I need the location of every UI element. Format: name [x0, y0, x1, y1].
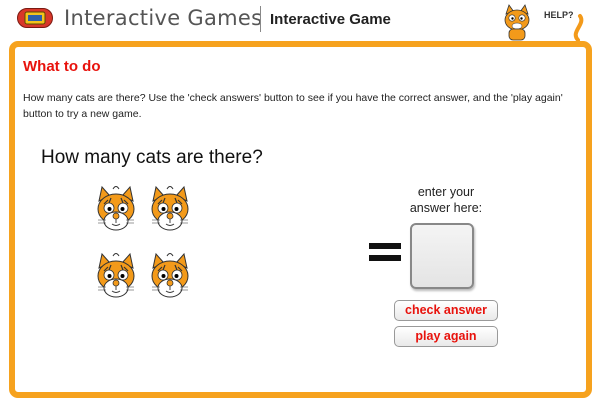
- answer-label: enter your answer here:: [391, 184, 501, 216]
- header-bar: Interactive Games Interactive Game HELP?: [0, 0, 600, 42]
- app-title: Interactive Games: [64, 6, 263, 30]
- game-panel: What to do How many cats are there? Use …: [9, 41, 592, 398]
- cat-face-icon: [147, 250, 193, 302]
- answer-input-box[interactable]: [410, 223, 474, 289]
- help-button[interactable]: HELP?: [500, 2, 596, 42]
- answer-input[interactable]: [412, 225, 472, 287]
- check-answer-button[interactable]: check answer: [394, 300, 498, 321]
- help-label: HELP?: [544, 10, 574, 20]
- equals-sign-icon: [369, 243, 401, 263]
- page-subtitle: Interactive Game: [270, 11, 391, 28]
- question-text: How many cats are there?: [41, 147, 263, 168]
- cat-face-icon: [147, 183, 193, 235]
- play-again-button[interactable]: play again: [394, 326, 498, 347]
- instructions-heading: What to do: [23, 58, 101, 75]
- cat-face-icon: [93, 183, 139, 235]
- header-divider: [260, 6, 261, 32]
- instructions-text: How many cats are there? Use the 'check …: [23, 92, 563, 120]
- answer-label-line2: answer here:: [409, 201, 483, 215]
- game-console-icon: [17, 8, 53, 28]
- cat-mascot-icon: [504, 4, 584, 42]
- cats-group: [93, 183, 213, 313]
- answer-label-line1: enter your: [417, 185, 475, 199]
- cat-face-icon: [93, 250, 139, 302]
